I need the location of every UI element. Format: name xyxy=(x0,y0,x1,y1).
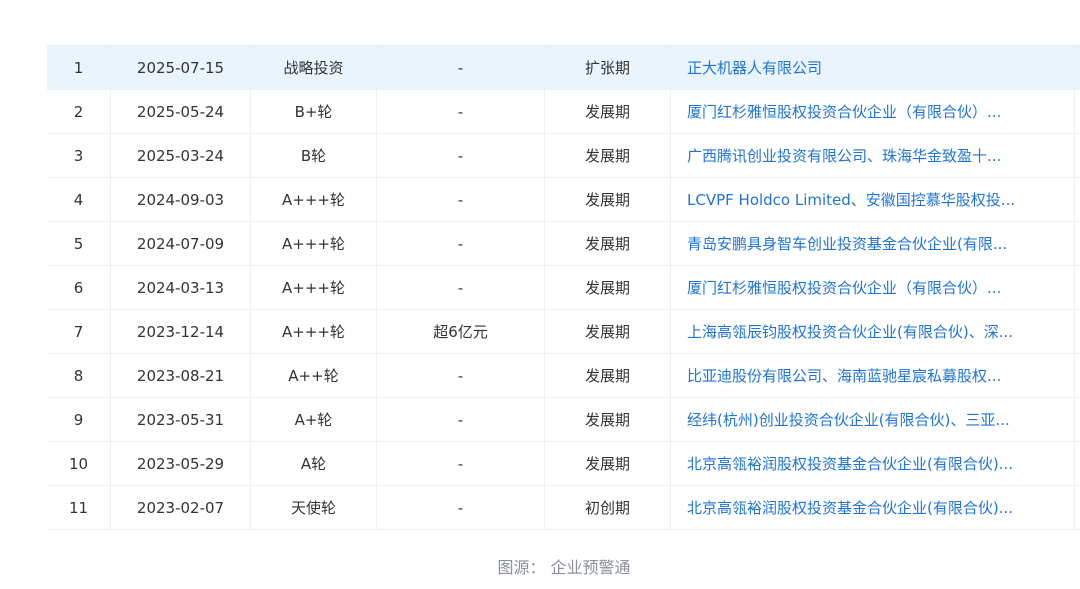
table-row[interactable]: 9 2023-05-31 A+轮 - 发展期 经纬(杭州)创业投资合伙企业(有限合伙)、三… xyxy=(47,398,1080,442)
row-index: 5 xyxy=(47,222,111,265)
table-row[interactable]: 6 2024-03-13 A+++轮 - 发展期 厦门红杉雅恒股权投资合伙企业（有限合伙）… xyxy=(47,266,1080,310)
investors-text[interactable]: 厦门红杉雅恒股权投资合伙企业（有限合伙）... xyxy=(687,101,1001,122)
row-date: 2023-05-29 xyxy=(111,442,251,485)
row-date: 2024-09-03 xyxy=(111,178,251,221)
investors-text[interactable]: LCVPF Holdco Limited、安徽国控慕华股权投... xyxy=(687,189,1015,210)
row-stage: 发展期 xyxy=(545,222,671,265)
row-investors-link[interactable]: 厦门红杉雅恒股权投资合伙企业（有限合伙）... xyxy=(671,90,1075,133)
table-row[interactable]: 1 2025-07-15 战略投资 - 扩张期 正大机器人有限公司 xyxy=(47,46,1080,90)
table-row[interactable]: 7 2023-12-14 A+++轮 超6亿元 发展期 上海高瓴辰钧股权投资合伙企业(有限… xyxy=(47,310,1080,354)
row-round: B轮 xyxy=(251,134,377,177)
row-stage: 发展期 xyxy=(545,398,671,441)
row-investors-link[interactable]: 北京高瓴裕润股权投资基金合伙企业(有限合伙)... xyxy=(671,442,1075,485)
row-date: 2025-07-15 xyxy=(111,46,251,89)
image-caption: 图源： 企业预警通 xyxy=(497,558,631,577)
investors-text[interactable]: 上海高瓴辰钧股权投资合伙企业(有限合伙)、深... xyxy=(687,321,1013,342)
row-index: 6 xyxy=(47,266,111,309)
row-investors-link[interactable]: 厦门红杉雅恒股权投资合伙企业（有限合伙）... xyxy=(671,266,1075,309)
row-stage: 发展期 xyxy=(545,134,671,177)
table-row[interactable]: 4 2024-09-03 A+++轮 - 发展期 LCVPF Holdco Limited… xyxy=(47,178,1080,222)
row-index: 10 xyxy=(47,442,111,485)
row-investors-link[interactable]: 经纬(杭州)创业投资合伙企业(有限合伙)、三亚... xyxy=(671,398,1075,441)
investors-text[interactable]: 广西腾讯创业投资有限公司、珠海华金致盈十... xyxy=(687,145,1001,166)
row-index: 2 xyxy=(47,90,111,133)
row-index: 3 xyxy=(47,134,111,177)
table-row[interactable]: 5 2024-07-09 A+++轮 - 发展期 青岛安鹏具身智车创业投资基金合伙企业(有… xyxy=(47,222,1080,266)
row-date: 2023-02-07 xyxy=(111,486,251,529)
row-stage: 发展期 xyxy=(545,310,671,353)
row-stage: 发展期 xyxy=(545,90,671,133)
row-date: 2025-05-24 xyxy=(111,90,251,133)
row-amount: 超6亿元 xyxy=(377,310,545,353)
row-date: 2024-07-09 xyxy=(111,222,251,265)
row-date: 2023-08-21 xyxy=(111,354,251,397)
row-stage: 发展期 xyxy=(545,442,671,485)
row-index: 7 xyxy=(47,310,111,353)
row-round: 天使轮 xyxy=(251,486,377,529)
row-index: 1 xyxy=(47,46,111,89)
table-row[interactable]: 11 2023-02-07 天使轮 - 初创期 北京高瓴裕润股权投资基金合伙企业(有限合伙… xyxy=(47,486,1080,530)
row-round: 战略投资 xyxy=(251,46,377,89)
row-amount: - xyxy=(377,90,545,133)
row-amount: - xyxy=(377,222,545,265)
row-amount: - xyxy=(377,178,545,221)
investors-text[interactable]: 北京高瓴裕润股权投资基金合伙企业(有限合伙)... xyxy=(687,453,1013,474)
row-investors-link[interactable]: 正大机器人有限公司 xyxy=(671,46,1075,89)
table-row[interactable]: 8 2023-08-21 A++轮 - 发展期 比亚迪股份有限公司、海南蓝驰星宸私募股权.… xyxy=(47,354,1080,398)
financing-table: 1 2025-07-15 战略投资 - 扩张期 正大机器人有限公司 2 2025-05-24 B… xyxy=(47,45,1080,530)
row-round: A+++轮 xyxy=(251,222,377,265)
row-round: A+++轮 xyxy=(251,310,377,353)
page: 1 2025-07-15 战略投资 - 扩张期 正大机器人有限公司 2 2025-05-24 B… xyxy=(0,0,1080,589)
row-round: A+++轮 xyxy=(251,178,377,221)
row-amount: - xyxy=(377,46,545,89)
row-amount: - xyxy=(377,266,545,309)
row-index: 8 xyxy=(47,354,111,397)
investors-text[interactable]: 北京高瓴裕润股权投资基金合伙企业(有限合伙)... xyxy=(687,497,1013,518)
row-investors-link[interactable]: LCVPF Holdco Limited、安徽国控慕华股权投... xyxy=(671,178,1075,221)
row-amount: - xyxy=(377,486,545,529)
row-amount: - xyxy=(377,134,545,177)
row-index: 11 xyxy=(47,486,111,529)
row-date: 2023-05-31 xyxy=(111,398,251,441)
table-row[interactable]: 3 2025-03-24 B轮 - 发展期 广西腾讯创业投资有限公司、珠海华金致盈十... xyxy=(47,134,1080,178)
row-round: A轮 xyxy=(251,442,377,485)
row-investors-link[interactable]: 北京高瓴裕润股权投资基金合伙企业(有限合伙)... xyxy=(671,486,1075,529)
row-stage: 发展期 xyxy=(545,354,671,397)
row-round: A+++轮 xyxy=(251,266,377,309)
row-investors-link[interactable]: 广西腾讯创业投资有限公司、珠海华金致盈十... xyxy=(671,134,1075,177)
row-date: 2023-12-14 xyxy=(111,310,251,353)
table-row[interactable]: 2 2025-05-24 B+轮 - 发展期 厦门红杉雅恒股权投资合伙企业（有限合伙）..… xyxy=(47,90,1080,134)
table-row[interactable]: 10 2023-05-29 A轮 - 发展期 北京高瓴裕润股权投资基金合伙企业(有限合伙)… xyxy=(47,442,1080,486)
row-stage: 扩张期 xyxy=(545,46,671,89)
row-amount: - xyxy=(377,354,545,397)
row-stage: 发展期 xyxy=(545,266,671,309)
investors-text[interactable]: 经纬(杭州)创业投资合伙企业(有限合伙)、三亚... xyxy=(687,409,1010,430)
row-date: 2024-03-13 xyxy=(111,266,251,309)
row-investors-link[interactable]: 青岛安鹏具身智车创业投资基金合伙企业(有限... xyxy=(671,222,1075,265)
row-stage: 发展期 xyxy=(545,178,671,221)
investors-text[interactable]: 比亚迪股份有限公司、海南蓝驰星宸私募股权... xyxy=(687,365,1001,386)
investors-text[interactable]: 青岛安鹏具身智车创业投资基金合伙企业(有限... xyxy=(687,233,1007,254)
row-round: A+轮 xyxy=(251,398,377,441)
row-investors-link[interactable]: 上海高瓴辰钧股权投资合伙企业(有限合伙)、深... xyxy=(671,310,1075,353)
investors-text[interactable]: 正大机器人有限公司 xyxy=(687,57,822,78)
row-index: 9 xyxy=(47,398,111,441)
row-investors-link[interactable]: 比亚迪股份有限公司、海南蓝驰星宸私募股权... xyxy=(671,354,1075,397)
row-round: A++轮 xyxy=(251,354,377,397)
investors-text[interactable]: 厦门红杉雅恒股权投资合伙企业（有限合伙）... xyxy=(687,277,1001,298)
row-round: B+轮 xyxy=(251,90,377,133)
row-stage: 初创期 xyxy=(545,486,671,529)
row-index: 4 xyxy=(47,178,111,221)
row-amount: - xyxy=(377,398,545,441)
row-date: 2025-03-24 xyxy=(111,134,251,177)
row-amount: - xyxy=(377,442,545,485)
